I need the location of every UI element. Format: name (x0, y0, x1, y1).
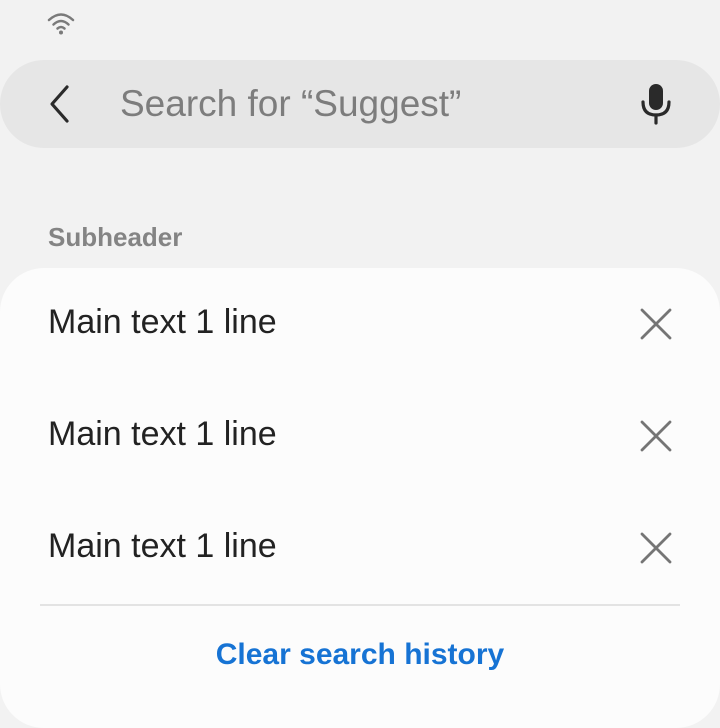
list-item-label: Main text 1 line (48, 415, 277, 453)
close-icon (640, 532, 672, 564)
list-item[interactable]: Main text 1 line (0, 492, 720, 604)
wifi-icon (47, 13, 75, 35)
list-item-label: Main text 1 line (48, 303, 277, 341)
status-bar (0, 0, 720, 48)
microphone-icon (641, 84, 671, 125)
remove-item-button[interactable] (626, 406, 686, 466)
back-button[interactable] (30, 74, 90, 134)
list-item-label: Main text 1 line (48, 527, 277, 565)
search-history-card: Main text 1 line Main text 1 line Main t… (0, 268, 720, 728)
chevron-left-icon (50, 85, 69, 123)
close-icon (640, 420, 672, 452)
clear-search-history-button[interactable]: Clear search history (0, 638, 720, 672)
subheader: Subheader (48, 222, 183, 252)
search-bar (0, 60, 720, 148)
close-icon (640, 308, 672, 340)
remove-item-button[interactable] (626, 294, 686, 354)
search-input[interactable] (120, 76, 590, 132)
list-item[interactable]: Main text 1 line (0, 268, 720, 380)
list-item[interactable]: Main text 1 line (0, 380, 720, 492)
voice-search-button[interactable] (626, 74, 686, 134)
divider (40, 604, 680, 606)
remove-item-button[interactable] (626, 518, 686, 578)
